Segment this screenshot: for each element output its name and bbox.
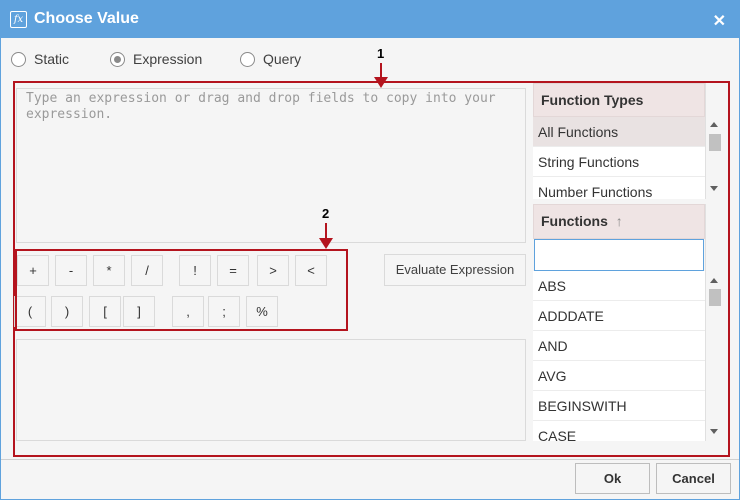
scroll-up-icon[interactable] xyxy=(710,122,718,127)
functions-header-label: Functions xyxy=(541,213,608,229)
ok-button[interactable]: Ok xyxy=(575,463,650,494)
functions-list: ABS ADDDATE AND AVG BEGINSWITH CASE xyxy=(533,271,705,441)
callout-number-1: 1 xyxy=(377,46,385,61)
callout-1-arrow-stem xyxy=(380,63,382,77)
close-icon[interactable]: ✕ xyxy=(713,11,726,31)
radio-expression-label: Expression xyxy=(133,51,203,67)
function-item[interactable]: CASE xyxy=(533,421,705,441)
functions-search-input[interactable] xyxy=(534,239,704,271)
radio-static-label: Static xyxy=(34,51,70,67)
evaluation-result-area xyxy=(16,339,526,441)
callout-2-arrow-stem xyxy=(325,223,327,238)
scroll-down-icon[interactable] xyxy=(710,429,718,434)
callout-number-2: 2 xyxy=(322,206,330,221)
scroll-up-icon[interactable] xyxy=(710,278,718,283)
function-item[interactable]: AND xyxy=(533,331,705,361)
function-types-header: Function Types xyxy=(533,83,705,117)
expression-input[interactable]: Type an expression or drag and drop fiel… xyxy=(16,88,526,243)
function-item[interactable]: ADDDATE xyxy=(533,301,705,331)
function-item[interactable]: ABS xyxy=(533,271,705,301)
function-type-item[interactable]: String Functions xyxy=(533,147,705,177)
title-bar: fx Choose Value ✕ xyxy=(1,1,739,38)
function-item[interactable]: AVG xyxy=(533,361,705,391)
scroll-thumb[interactable] xyxy=(709,289,721,306)
radio-expression-circle[interactable] xyxy=(110,51,125,67)
choose-value-dialog: fx Choose Value ✕ Static Expression Quer… xyxy=(0,0,740,500)
callout-2-arrow-icon xyxy=(319,238,333,249)
function-fx-icon: fx xyxy=(10,11,27,28)
functions-header-scroll-gutter xyxy=(705,204,722,271)
functions-scrollbar[interactable] xyxy=(705,271,722,441)
sort-ascending-icon[interactable]: ↑ xyxy=(616,213,623,229)
function-types-scrollbar[interactable] xyxy=(705,117,722,199)
radio-static[interactable]: Static xyxy=(11,49,69,69)
scroll-thumb[interactable] xyxy=(709,134,721,151)
evaluate-expression-button[interactable]: Evaluate Expression xyxy=(384,254,526,286)
function-item[interactable]: BEGINSWITH xyxy=(533,391,705,421)
function-type-item[interactable]: All Functions xyxy=(533,117,705,147)
radio-query-circle[interactable] xyxy=(240,51,255,67)
annotation-box-2 xyxy=(15,249,348,331)
function-types-list: All Functions String Functions Number Fu… xyxy=(533,117,705,199)
radio-query-label: Query xyxy=(263,51,302,67)
function-type-item[interactable]: Number Functions xyxy=(533,177,705,199)
function-types-header-scroll-gutter xyxy=(705,83,722,117)
dialog-title: Choose Value xyxy=(34,10,139,27)
radio-query[interactable]: Query xyxy=(240,49,301,69)
functions-header[interactable]: Functions ↑ xyxy=(533,204,705,239)
cancel-button[interactable]: Cancel xyxy=(656,463,731,494)
scroll-down-icon[interactable] xyxy=(710,186,718,191)
radio-static-circle[interactable] xyxy=(11,51,26,67)
radio-expression[interactable]: Expression xyxy=(110,49,202,69)
